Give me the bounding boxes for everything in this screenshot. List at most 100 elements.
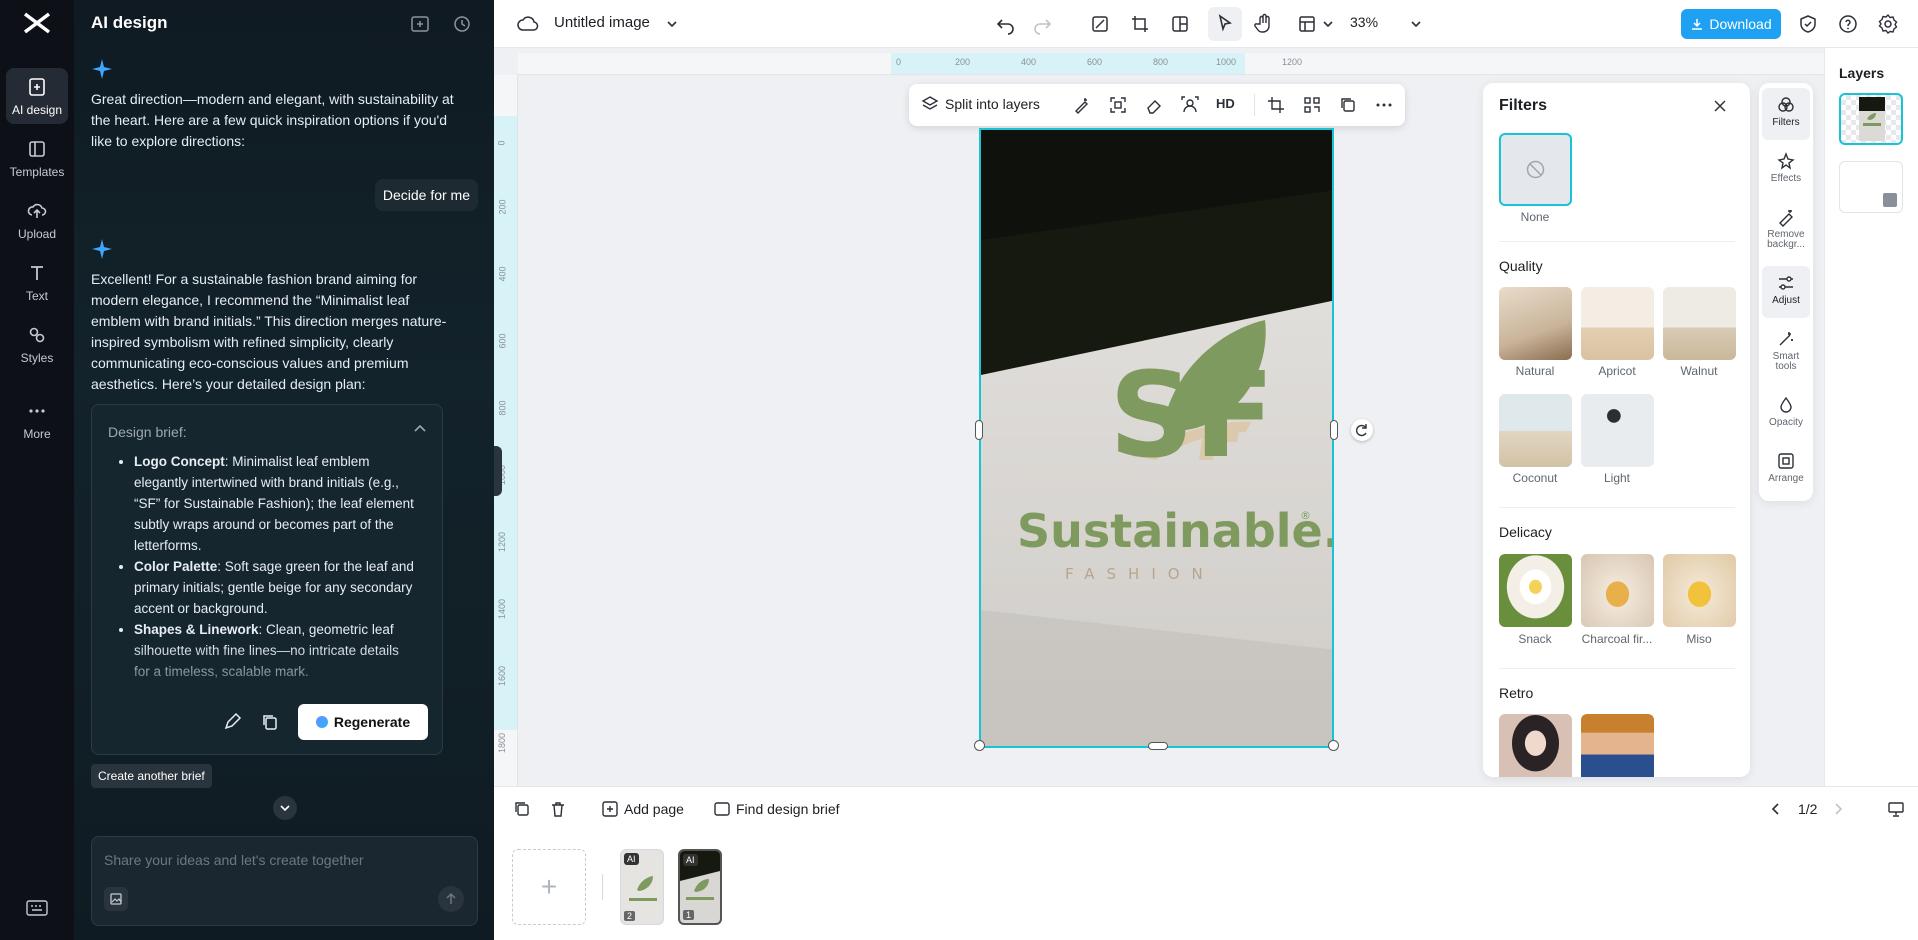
find-design-brief-button[interactable]: Find design brief <box>736 801 840 817</box>
filter-retro-2[interactable] <box>1581 714 1654 777</box>
sparkle-icon <box>91 58 113 80</box>
help-icon[interactable] <box>1836 12 1860 36</box>
attach-image-icon[interactable] <box>104 887 128 911</box>
tool-arrange[interactable]: Arrange <box>1762 444 1810 496</box>
hd-upscale-button[interactable]: HD <box>1216 96 1235 111</box>
tool-smart-tools[interactable]: Smart tools <box>1762 322 1810 384</box>
hand-icon[interactable] <box>1252 12 1276 36</box>
layer-item-background[interactable] <box>1839 161 1903 213</box>
cloud-save-icon[interactable] <box>516 12 540 36</box>
rail-item-more[interactable]: More <box>6 392 68 448</box>
panel-title: AI design <box>91 13 168 33</box>
close-icon[interactable] <box>1711 97 1729 115</box>
history-icon[interactable] <box>450 12 474 36</box>
ruler-label: 200 <box>955 57 970 67</box>
add-page-icon[interactable] <box>600 799 620 819</box>
rotate-handle[interactable] <box>1351 419 1373 441</box>
shield-check-icon[interactable] <box>1796 12 1820 36</box>
eraser-icon[interactable] <box>1144 95 1164 115</box>
filter-none[interactable] <box>1499 133 1572 206</box>
rail-item-text[interactable]: Text <box>6 254 68 310</box>
redo-icon[interactable] <box>1030 12 1054 36</box>
rail-item-styles[interactable]: Styles <box>6 316 68 372</box>
tool-effects[interactable]: Effects <box>1762 144 1810 196</box>
ruler-label: 1600 <box>497 666 507 686</box>
regenerate-button[interactable]: Regenerate <box>298 704 428 740</box>
document-title[interactable]: Untitled image <box>554 14 650 31</box>
filter-miso[interactable] <box>1663 554 1736 627</box>
zoom-level[interactable]: 33% <box>1350 14 1378 30</box>
chevron-right-icon[interactable] <box>1828 799 1848 819</box>
chevron-down-icon[interactable] <box>1404 12 1428 36</box>
copy-icon[interactable] <box>260 712 280 732</box>
tool-filters[interactable]: Filters <box>1762 88 1810 140</box>
copy-page-icon[interactable] <box>512 799 532 819</box>
filter-snack[interactable] <box>1499 554 1572 627</box>
resize-handle[interactable] <box>1328 740 1339 751</box>
create-another-brief-tooltip[interactable]: Create another brief <box>91 764 212 788</box>
qr-grid-icon[interactable] <box>1302 95 1322 115</box>
filter-coconut[interactable] <box>1499 394 1572 467</box>
chevron-down-icon[interactable] <box>660 12 684 36</box>
artboard-image[interactable]: SF Sustainable. ® FASHION <box>979 128 1334 748</box>
split-into-layers-button[interactable]: Split into layers <box>921 95 1040 113</box>
chevron-down-icon[interactable] <box>1316 12 1340 36</box>
tool-adjust[interactable]: Adjust <box>1762 266 1810 318</box>
layout-icon[interactable] <box>1168 12 1192 36</box>
tool-label: Remove backgr... <box>1762 230 1810 250</box>
resize-handle[interactable] <box>1148 742 1168 750</box>
rail-label: Templates <box>10 165 65 179</box>
filter-walnut[interactable] <box>1663 287 1736 360</box>
layers-title: Layers <box>1839 65 1884 81</box>
collapse-panel-handle[interactable] <box>494 446 502 496</box>
rail-label: Upload <box>18 227 56 241</box>
crop-icon[interactable] <box>1266 95 1286 115</box>
rail-item-upload[interactable]: Upload <box>6 192 68 248</box>
chevron-up-icon[interactable] <box>412 421 428 437</box>
brief-icon[interactable] <box>712 799 732 819</box>
tool-opacity[interactable]: Opacity <box>1762 388 1810 440</box>
filter-natural[interactable] <box>1499 287 1572 360</box>
undo-icon[interactable] <box>994 12 1018 36</box>
chat-input[interactable]: Share your ideas and let's create togeth… <box>91 836 478 926</box>
resize-handle[interactable] <box>974 740 985 751</box>
vertical-ruler: 0 200 400 600 800 1000 1200 1400 1600 18… <box>494 75 518 786</box>
resize-icon[interactable] <box>1088 12 1112 36</box>
presentation-icon[interactable] <box>1886 799 1906 819</box>
ruler-label: 1200 <box>497 532 507 552</box>
rail-item-ai-design[interactable]: AI design <box>6 68 68 124</box>
resize-handle[interactable] <box>1330 420 1338 440</box>
rail-item-templates[interactable]: Templates <box>6 130 68 186</box>
filter-light[interactable] <box>1581 394 1654 467</box>
download-button[interactable]: Download <box>1681 9 1781 39</box>
send-icon[interactable] <box>438 886 464 912</box>
divider <box>1254 94 1255 116</box>
filter-charcoal-fire[interactable] <box>1581 554 1654 627</box>
duplicate-icon[interactable] <box>1338 95 1358 115</box>
expand-icon[interactable] <box>1108 95 1128 115</box>
more-options-icon[interactable] <box>1374 95 1394 115</box>
filter-retro-1[interactable] <box>1499 714 1572 777</box>
crop-canvas-icon[interactable] <box>1128 12 1152 36</box>
tool-remove-background[interactable]: Remove backgr... <box>1762 200 1810 262</box>
resize-handle[interactable] <box>975 420 983 440</box>
brief-item: Color Palette: Soft sage green for the l… <box>134 556 416 619</box>
section-title: Retro <box>1499 685 1533 701</box>
app-logo[interactable] <box>22 10 52 36</box>
person-cutout-icon[interactable] <box>1180 95 1200 115</box>
filter-apricot[interactable] <box>1581 287 1654 360</box>
scroll-down-button[interactable] <box>273 796 297 820</box>
add-page-tile[interactable]: + <box>512 849 586 925</box>
add-page-button[interactable]: Add page <box>624 801 684 817</box>
select-pointer-icon[interactable] <box>1208 7 1242 41</box>
settings-gear-icon[interactable] <box>1876 12 1900 36</box>
keyboard-icon[interactable] <box>26 899 48 917</box>
layer-item-image[interactable] <box>1839 93 1903 145</box>
page-thumbnail[interactable]: AI 2 <box>620 849 664 925</box>
trash-icon[interactable] <box>548 799 568 819</box>
chevron-left-icon[interactable] <box>1766 799 1786 819</box>
edit-icon[interactable] <box>222 712 242 732</box>
page-thumbnail-selected[interactable]: AI 1 <box>678 849 722 925</box>
new-chat-icon[interactable] <box>408 12 432 36</box>
magic-brush-icon[interactable] <box>1072 95 1092 115</box>
